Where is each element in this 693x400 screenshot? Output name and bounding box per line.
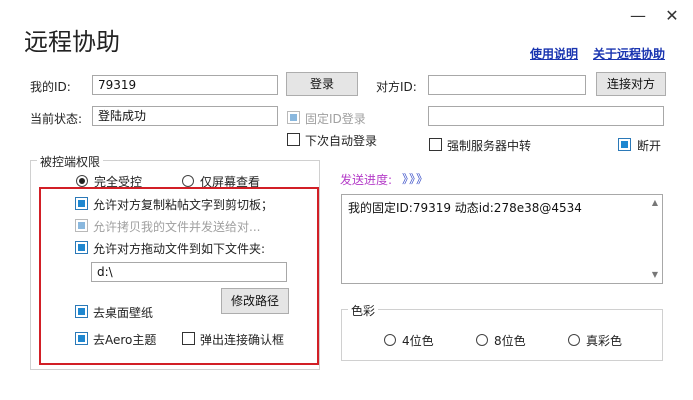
window-title: 远程协助 (24, 28, 120, 56)
login-button[interactable]: 登录 (286, 72, 358, 96)
color-depth-title: 色彩 (348, 302, 379, 319)
color-4bit-radio[interactable] (384, 334, 396, 346)
force-relay-label: 强制服务器中转 (447, 139, 532, 153)
scroll-down-icon[interactable]: ▼ (650, 271, 660, 279)
disconnect-checkbox[interactable] (618, 138, 631, 151)
remove-wallpaper-label: 去桌面壁纸 (93, 306, 154, 320)
send-progress-label: 发送进度: (340, 173, 393, 187)
popup-confirm-label: 弹出连接确认框 (200, 333, 285, 347)
disconnect-label: 断开 (637, 139, 662, 153)
allow-drag-files-label: 允许对方拖动文件到如下文件夹: (93, 242, 266, 256)
minimize-button[interactable]: — (626, 6, 650, 26)
color-8bit-radio[interactable] (476, 334, 488, 346)
peer-extra-field[interactable] (428, 106, 664, 126)
auto-login-checkbox[interactable] (287, 133, 300, 146)
my-id-field[interactable]: 79319 (92, 75, 278, 95)
allow-copy-files-label: 允许拷贝我的文件并发送给对... (93, 220, 261, 234)
remove-aero-label: 去Aero主题 (93, 333, 157, 347)
send-log-text: 我的固定ID:79319 动态id:278e38@4534 (348, 201, 582, 215)
allow-drag-files-checkbox[interactable] (75, 241, 88, 254)
color-4bit-label: 4位色 (402, 334, 434, 348)
about-link[interactable]: 关于远程协助 (593, 45, 665, 62)
fixed-id-login-checkbox[interactable] (287, 111, 300, 124)
popup-confirm-checkbox[interactable] (182, 332, 195, 345)
connect-peer-button[interactable]: 连接对方 (596, 72, 666, 96)
status-field: 登陆成功 (92, 106, 278, 126)
change-path-button[interactable]: 修改路径 (221, 288, 289, 314)
allow-copy-text-label: 允许对方复制粘帖文字到剪切板； (93, 198, 274, 212)
fixed-id-login-label: 固定ID登录 (305, 112, 366, 126)
status-label: 当前状态: (30, 112, 83, 126)
allow-copy-files-checkbox[interactable] (75, 219, 88, 232)
color-8bit-label: 8位色 (494, 334, 526, 348)
auto-login-label: 下次自动登录 (305, 134, 378, 148)
mode-full-control-radio[interactable] (76, 175, 88, 187)
help-link[interactable]: 使用说明 (530, 45, 578, 62)
peer-id-label: 对方ID: (376, 80, 417, 94)
peer-id-field[interactable] (428, 75, 586, 95)
mode-screen-only-radio[interactable] (182, 175, 194, 187)
scroll-up-icon[interactable]: ▲ (650, 199, 660, 207)
allow-copy-text-checkbox[interactable] (75, 197, 88, 210)
color-truecolor-radio[interactable] (568, 334, 580, 346)
remove-wallpaper-checkbox[interactable] (75, 305, 88, 318)
send-log-area[interactable]: 我的固定ID:79319 动态id:278e38@4534 ▲ ▼ (341, 194, 663, 284)
my-id-label: 我的ID: (30, 80, 71, 94)
close-button[interactable]: ✕ (660, 6, 684, 26)
color-truecolor-label: 真彩色 (586, 334, 623, 348)
folder-path-field[interactable]: d:\ (91, 262, 287, 282)
force-relay-checkbox[interactable] (429, 138, 442, 151)
send-progress-arrows: 》》》 (402, 172, 430, 186)
remove-aero-checkbox[interactable] (75, 332, 88, 345)
controlled-permissions-title: 被控端权限 (37, 153, 104, 170)
